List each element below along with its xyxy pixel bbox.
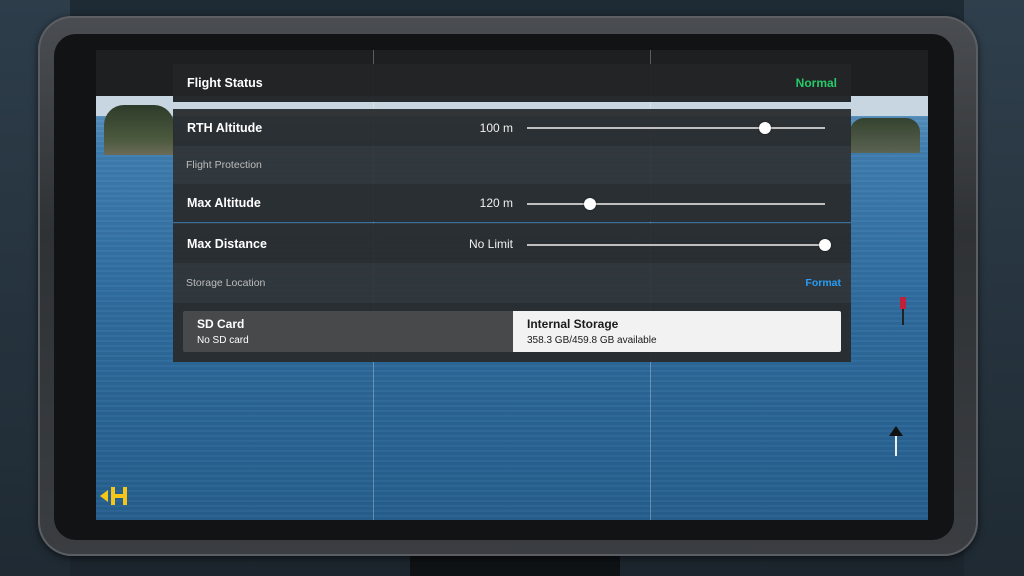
format-button[interactable]: Format [805,277,841,289]
shore-right [850,118,920,153]
storage-option-name: SD Card [197,317,245,331]
navigation-arrow-icon [889,426,903,456]
storage-location-header: Storage Location Format [173,263,851,303]
rth-altitude-slider[interactable] [527,122,825,134]
max-distance-value: No Limit [468,236,513,251]
max-altitude-slider[interactable] [527,198,825,210]
slider-knob[interactable] [759,122,772,134]
flight-status-row: Flight Status Normal [173,64,851,102]
max-distance-slider[interactable] [527,239,831,251]
storage-option-detail: No SD card [197,335,249,346]
flight-protection-header: Flight Protection [173,146,851,184]
max-altitude-value: 120 m [479,196,513,210]
storage-option-name: Internal Storage [527,317,619,331]
home-point-icon[interactable] [100,485,134,507]
rth-altitude-row: RTH Altitude 100 m [173,109,851,146]
rth-altitude-value: 100 m [479,120,513,135]
map-marker-icon [900,297,906,325]
max-altitude-label: Max Altitude [187,196,261,210]
max-distance-label: Max Distance [187,236,267,251]
max-distance-row: Max Distance No Limit [173,223,851,263]
storage-option-sd-card[interactable]: SD Card No SD card [183,311,513,352]
flight-status-value: Normal [795,76,837,90]
storage-selector: SD Card No SD card Internal Storage 358.… [173,303,851,362]
flight-status-label: Flight Status [187,76,263,90]
rth-altitude-label: RTH Altitude [187,120,263,135]
flight-protection-title: Flight Protection [186,159,262,171]
storage-option-internal[interactable]: Internal Storage 358.3 GB/459.8 GB avail… [513,311,841,352]
slider-knob[interactable] [819,239,831,251]
storage-location-title: Storage Location [186,277,266,289]
shore-left [104,105,174,155]
slider-knob[interactable] [583,198,596,210]
storage-option-detail: 358.3 GB/459.8 GB available [527,335,657,346]
max-altitude-row: Max Altitude 120 m [173,184,851,222]
